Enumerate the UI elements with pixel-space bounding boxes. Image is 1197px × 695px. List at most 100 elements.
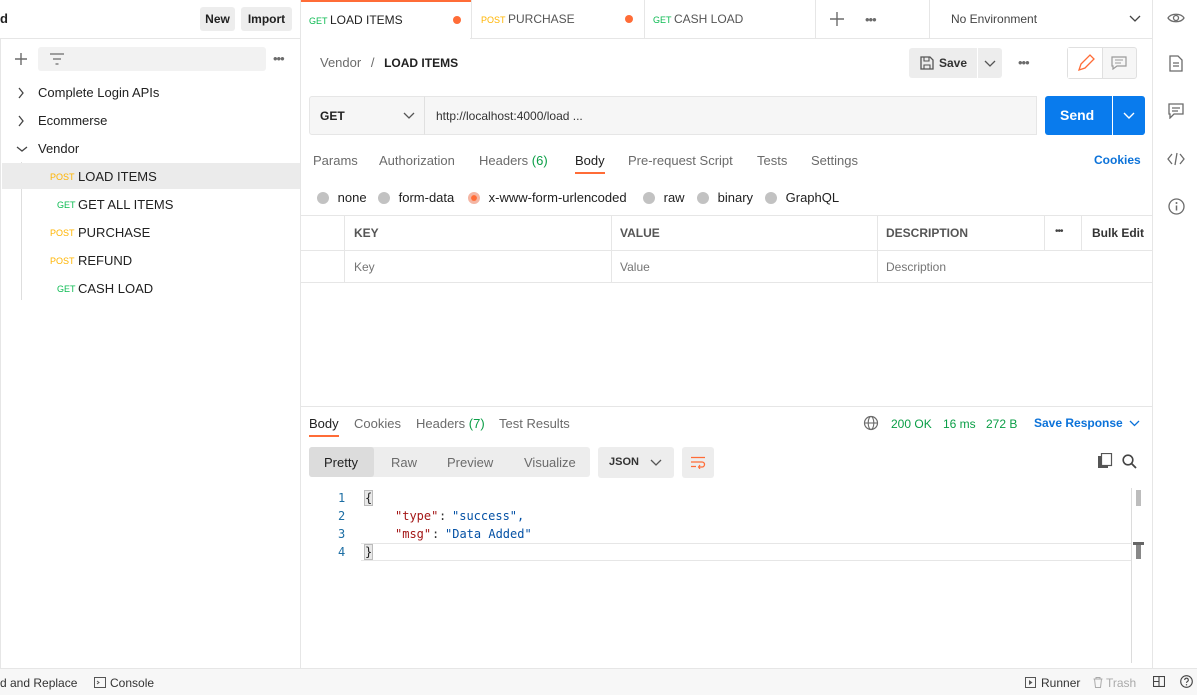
import-button[interactable]: Import [241, 7, 292, 31]
globe-icon[interactable] [863, 415, 879, 431]
console-label: Console [110, 676, 155, 690]
two-pane-icon[interactable] [1153, 676, 1165, 687]
key-input[interactable] [348, 253, 606, 281]
method-badge: GET [57, 200, 76, 210]
tab-prerequest[interactable]: Pre-request Script [628, 153, 733, 168]
request-name: PURCHASE [78, 225, 151, 240]
tab-authorization[interactable]: Authorization [379, 153, 455, 168]
help-icon[interactable] [1180, 675, 1193, 688]
runner-button[interactable]: Runner [1025, 675, 1080, 691]
body-type-radio[interactable]: form-data [378, 189, 454, 205]
method-select[interactable]: GET [309, 96, 425, 135]
tab-bar-divider [470, 38, 1152, 39]
url-text: http://localhost:4000/load ... [436, 109, 583, 123]
request-name: CASH LOAD [78, 281, 154, 296]
console-icon [94, 677, 106, 688]
save-button[interactable]: Save [909, 48, 977, 78]
wrap-lines-button[interactable] [682, 447, 714, 478]
url-input[interactable]: http://localhost:4000/load ... [424, 96, 1037, 135]
response-size[interactable]: 272 B [986, 417, 1017, 431]
request-item[interactable]: POST LOAD ITEMS [2, 163, 300, 189]
request-name: LOAD ITEMS [78, 169, 157, 184]
response-divider [301, 406, 1152, 407]
response-tab-body[interactable]: Body [309, 416, 339, 431]
breadcrumb-parent[interactable]: Vendor [320, 55, 361, 70]
radio-label: none [337, 190, 367, 206]
request-item[interactable]: POST REFUND [2, 247, 300, 273]
send-button[interactable]: Send [1045, 96, 1112, 135]
sidebar-more-icon[interactable]: ••• [273, 51, 285, 66]
bulk-edit-button[interactable]: Bulk Edit [1092, 226, 1144, 240]
response-status[interactable]: 200 OK [891, 417, 932, 431]
request-tab[interactable]: GET LOAD ITEMS [301, 0, 471, 38]
request-item[interactable]: POST PURCHASE [2, 219, 300, 245]
request-item[interactable]: GET GET ALL ITEMS [2, 191, 300, 217]
view-raw[interactable]: Raw [391, 455, 417, 470]
tab-settings[interactable]: Settings [811, 153, 858, 168]
method-badge: GET [653, 15, 672, 25]
comment-mode-icon[interactable] [1111, 56, 1127, 70]
value-input[interactable] [614, 253, 872, 281]
edit-mode-toggle[interactable] [1067, 47, 1137, 79]
filter-icon [50, 53, 64, 65]
add-collection-icon[interactable] [13, 51, 29, 67]
pencil-icon[interactable] [1068, 48, 1103, 78]
eye-icon[interactable] [1167, 11, 1185, 25]
search-icon[interactable] [1122, 454, 1137, 469]
format-select[interactable]: JSON [598, 447, 674, 478]
request-name: REFUND [78, 253, 133, 268]
body-type-radio[interactable]: GraphQL [765, 189, 839, 205]
request-item[interactable]: GET CASH LOAD [2, 275, 300, 301]
tab-params[interactable]: Params [313, 153, 358, 168]
collection-item[interactable]: Complete Login APIs [0, 82, 300, 104]
body-type-radio[interactable]: x-www-form-urlencoded [468, 189, 627, 205]
find-replace-button[interactable]: d and Replace [0, 676, 77, 690]
code-text: } [363, 544, 374, 560]
environment-select[interactable]: No Environment [930, 0, 1152, 38]
save-dropdown-button[interactable] [978, 48, 1002, 78]
tab-headers-count: (6) [531, 153, 548, 168]
code-text: { [363, 490, 374, 506]
new-button[interactable]: New [200, 7, 235, 31]
tabs-more-icon[interactable]: ••• [865, 12, 877, 27]
request-tab[interactable]: GET CASH LOAD [645, 0, 815, 38]
view-pretty[interactable]: Pretty [309, 447, 374, 477]
body-type-radio[interactable]: raw [643, 189, 685, 205]
table-col-divider [1044, 216, 1045, 250]
description-input[interactable] [880, 253, 1140, 281]
info-icon[interactable] [1168, 198, 1185, 215]
request-more-icon[interactable]: ••• [1018, 55, 1030, 70]
collection-item[interactable]: Vendor [0, 138, 300, 160]
collection-item[interactable]: Ecommerse [0, 110, 300, 132]
view-preview[interactable]: Preview [447, 455, 493, 470]
comments-icon[interactable] [1168, 103, 1184, 119]
body-type-radio[interactable]: binary [697, 189, 753, 205]
tab-headers[interactable]: Headers (6) [479, 153, 548, 168]
documentation-icon[interactable] [1169, 55, 1183, 72]
response-tab-cookies[interactable]: Cookies [354, 416, 401, 431]
response-tab-headers[interactable]: Headers (7) [416, 416, 485, 431]
request-name: GET ALL ITEMS [78, 197, 174, 212]
code-viewer[interactable]: 1 { 2 "type" : "success", 3 "msg" : "Dat… [301, 488, 1152, 663]
code-icon[interactable] [1167, 152, 1185, 166]
chevron-down-icon [1129, 420, 1140, 427]
tab-body[interactable]: Body [575, 153, 605, 168]
tab-tests[interactable]: Tests [757, 153, 787, 168]
response-tab-body-underline [309, 435, 339, 437]
send-dropdown-button[interactable] [1113, 96, 1145, 135]
save-response-button[interactable]: Save Response [1034, 416, 1123, 430]
cookies-link[interactable]: Cookies [1094, 153, 1141, 167]
view-visualize[interactable]: Visualize [524, 455, 576, 470]
new-tab-icon[interactable] [829, 11, 845, 27]
trash-label: Trash [1106, 676, 1137, 690]
request-tab[interactable]: POST PURCHASE [472, 0, 644, 38]
body-type-radio[interactable]: none [317, 189, 367, 205]
scrollbar-thumb[interactable] [1136, 490, 1141, 506]
response-tab-test-results[interactable]: Test Results [499, 416, 570, 431]
table-more-icon[interactable]: ••• [1055, 226, 1063, 237]
environment-label: No Environment [951, 12, 1038, 26]
copy-icon[interactable] [1097, 453, 1113, 469]
response-time[interactable]: 16 ms [943, 417, 976, 431]
trash-button[interactable]: Trash [1093, 675, 1143, 691]
filter-input[interactable] [38, 47, 266, 71]
